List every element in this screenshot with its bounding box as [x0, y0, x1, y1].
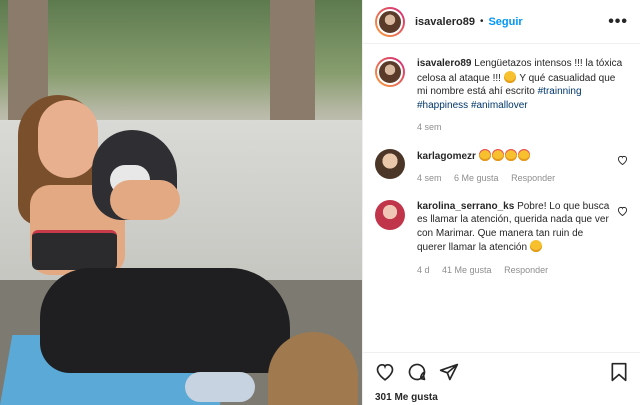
comment-username[interactable]: karlagomezr [417, 151, 476, 162]
comment-time[interactable]: 4 d [417, 265, 430, 275]
face [38, 100, 98, 178]
avatar[interactable] [375, 148, 405, 179]
comment-likes[interactable]: 41 Me gusta [442, 265, 492, 275]
comment-icon[interactable] [407, 362, 427, 385]
bookmark-icon[interactable] [610, 362, 628, 385]
hashtag-link[interactable]: #trainning [538, 86, 582, 97]
comment-item: karlagomezr 4 sem 6 Me gusta Responder [375, 148, 628, 186]
post-header: isavalero89 • Seguir ••• [363, 0, 640, 44]
comment-meta: 4 sem 6 Me gusta Responder [417, 172, 611, 186]
sneaker [185, 372, 255, 402]
comment-like-icon[interactable] [617, 206, 628, 278]
comment-item: karolina_serrano_ks Pobre! Lo que busca … [375, 199, 628, 278]
caption-username[interactable]: isavalero89 [417, 58, 472, 69]
share-icon[interactable] [439, 362, 459, 385]
heart-eyes-emoji-icon [478, 148, 491, 161]
follow-button[interactable]: Seguir [488, 16, 522, 28]
comment-emojis [478, 148, 531, 162]
comment-username[interactable]: karolina_serrano_ks [417, 201, 514, 212]
post-actions: 301 Me gusta [363, 352, 640, 405]
separator-dot: • [479, 16, 484, 27]
comments-list[interactable]: isavalero89 Lengüetazos intensos !!! la … [363, 45, 640, 352]
heart-icon[interactable] [375, 362, 395, 384]
post-username[interactable]: isavalero89 [415, 16, 475, 28]
comment-likes[interactable]: 6 Me gusta [454, 173, 499, 183]
caption-time[interactable]: 4 sem [417, 122, 442, 132]
heart-eyes-emoji-icon [491, 148, 504, 161]
reply-button[interactable]: Responder [504, 265, 548, 275]
caption-meta: 4 sem [417, 121, 628, 135]
laughing-emoji-icon [503, 70, 516, 83]
avatar[interactable] [375, 199, 405, 230]
hashtag-link[interactable]: #animallover [471, 100, 528, 111]
tree-trunk [270, 0, 315, 130]
comment-meta: 4 d 41 Me gusta Responder [417, 264, 611, 278]
comment-like-icon[interactable] [617, 155, 628, 186]
avatar[interactable] [375, 6, 405, 37]
leggings [40, 268, 290, 373]
caption: isavalero89 Lengüetazos intensos !!! la … [375, 57, 628, 135]
avatar[interactable] [375, 57, 405, 87]
more-options-icon[interactable]: ••• [608, 13, 628, 31]
comment-time[interactable]: 4 sem [417, 173, 442, 183]
reply-button[interactable]: Responder [511, 173, 555, 183]
likes-count[interactable]: 301 Me gusta [375, 392, 628, 403]
sports-bra [32, 230, 117, 270]
post-photo[interactable] [0, 0, 362, 405]
heart-eyes-emoji-icon [517, 148, 530, 161]
heart-eyes-emoji-icon [504, 148, 517, 161]
hashtag-link[interactable]: #happiness [417, 100, 468, 111]
laughing-emoji-icon [529, 240, 542, 252]
post-side-panel: isavalero89 • Seguir ••• isavalero89 Len… [362, 0, 640, 405]
arm [110, 180, 180, 220]
